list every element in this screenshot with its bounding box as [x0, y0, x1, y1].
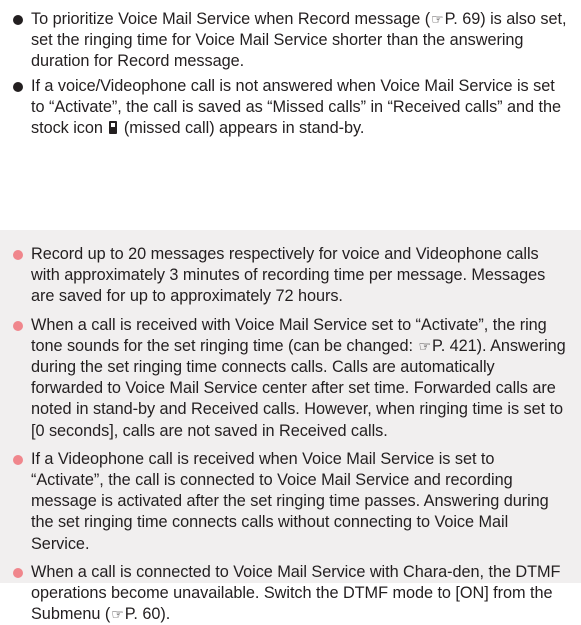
note-box: Record up to 20 messages respectively fo… [0, 230, 581, 623]
page-reference-icon: ☞ [418, 337, 432, 354]
top-notes: To prioritize Voice Mail Service when Re… [0, 0, 581, 139]
list-item: When a call is connected to Voice Mail S… [10, 562, 569, 625]
manual-page: To prioritize Voice Mail Service when Re… [0, 0, 581, 623]
bullet-icon [13, 320, 23, 331]
bullet-icon [13, 250, 23, 260]
list-item: When a call is received with Voice Mail … [10, 315, 569, 442]
bullet-icon [13, 454, 23, 465]
note-bullet-list: Record up to 20 messages respectively fo… [10, 244, 569, 625]
missed-call-icon [109, 121, 118, 135]
list-item: To prioritize Voice Mail Service when Re… [10, 9, 569, 73]
bullet-icon [13, 81, 23, 92]
page-reference-icon: ☞ [431, 11, 444, 27]
page-reference-icon: ☞ [111, 606, 124, 623]
list-item: If a voice/Videophone call is not answer… [10, 76, 569, 140]
top-bullet-list: To prioritize Voice Mail Service when Re… [10, 9, 569, 139]
list-item: Record up to 20 messages respectively fo… [10, 244, 569, 308]
list-item: If a Videophone call is received when Vo… [10, 449, 569, 555]
bullet-icon [13, 15, 23, 25]
bullet-icon [13, 567, 23, 578]
